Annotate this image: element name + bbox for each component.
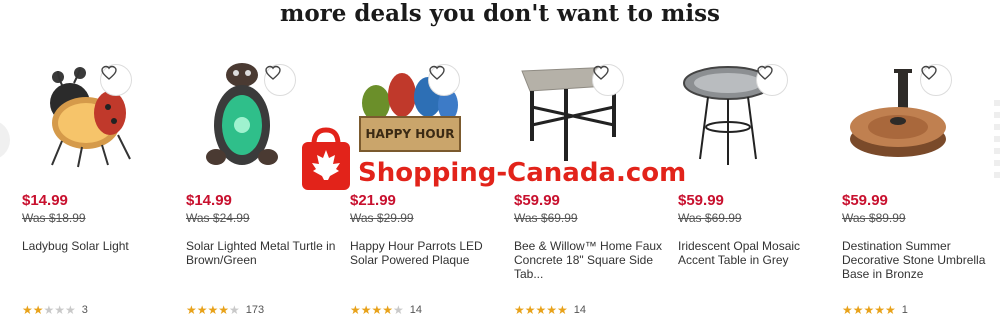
watermark-text: Shopping-Canada.com [358, 158, 687, 188]
review-count: 173 [245, 304, 265, 316]
section-heading: more deals you don't want to miss [280, 0, 720, 27]
product-card[interactable]: $59.99 Was $89.99 Destination Summer Dec… [842, 55, 992, 319]
wishlist-heart-icon[interactable] [100, 64, 132, 96]
original-price: Was $89.99 [842, 211, 906, 225]
original-price: Was $29.99 [350, 211, 414, 225]
star-rating-icon: ★★★★★ [22, 303, 76, 317]
ladybug-solar-light-image[interactable] [22, 55, 162, 175]
wishlist-heart-icon[interactable] [428, 64, 460, 96]
star-rating-icon: ★★★★★ [514, 303, 568, 317]
product-card[interactable]: $14.99 Was $18.99 Ladybug Solar Light ★★… [22, 55, 172, 319]
watermark: Shopping-Canada.com [300, 126, 720, 196]
sale-price: $14.99 [186, 192, 232, 209]
original-price: Was $24.99 [186, 211, 250, 225]
review-count: 1 [901, 304, 908, 316]
product-title[interactable]: Destination Summer Decorative Stone Umbr… [842, 239, 992, 281]
wishlist-heart-icon[interactable] [264, 64, 296, 96]
wishlist-heart-icon[interactable] [920, 64, 952, 96]
sale-price: $14.99 [22, 192, 68, 209]
product-title[interactable]: Ladybug Solar Light [22, 239, 172, 253]
product-title[interactable]: Happy Hour Parrots LED Solar Powered Pla… [350, 239, 500, 267]
sale-price: $59.99 [842, 192, 888, 209]
product-title[interactable]: Solar Lighted Metal Turtle in Brown/Gree… [186, 239, 336, 267]
review-count: 3 [81, 304, 88, 316]
original-price: Was $18.99 [22, 211, 86, 225]
carousel-next-edge[interactable] [994, 100, 1000, 180]
star-rating-icon: ★★★★★ [350, 303, 404, 317]
rating: ★★★★★ 1 [842, 303, 908, 317]
rating: ★★★★★ 14 [350, 303, 422, 317]
original-price: Was $69.99 [514, 211, 578, 225]
review-count: 14 [573, 304, 587, 316]
shopping-bag-maple-leaf-icon [302, 127, 350, 190]
star-rating-icon: ★★★★★ [186, 303, 240, 317]
product-title[interactable]: Bee & Willow™ Home Faux Concrete 18" Squ… [514, 239, 664, 281]
star-rating-icon: ★★★★★ [842, 303, 896, 317]
rating: ★★★★★ 14 [514, 303, 586, 317]
rating: ★★★★★ 173 [186, 303, 264, 317]
product-title[interactable]: Iridescent Opal Mosaic Accent Table in G… [678, 239, 828, 267]
wishlist-heart-icon[interactable] [592, 64, 624, 96]
original-price: Was $69.99 [678, 211, 742, 225]
carousel-prev-button[interactable] [0, 120, 10, 160]
wishlist-heart-icon[interactable] [756, 64, 788, 96]
review-count: 14 [409, 304, 423, 316]
rating: ★★★★★ 3 [22, 303, 88, 317]
umbrella-base-image[interactable] [842, 55, 982, 175]
